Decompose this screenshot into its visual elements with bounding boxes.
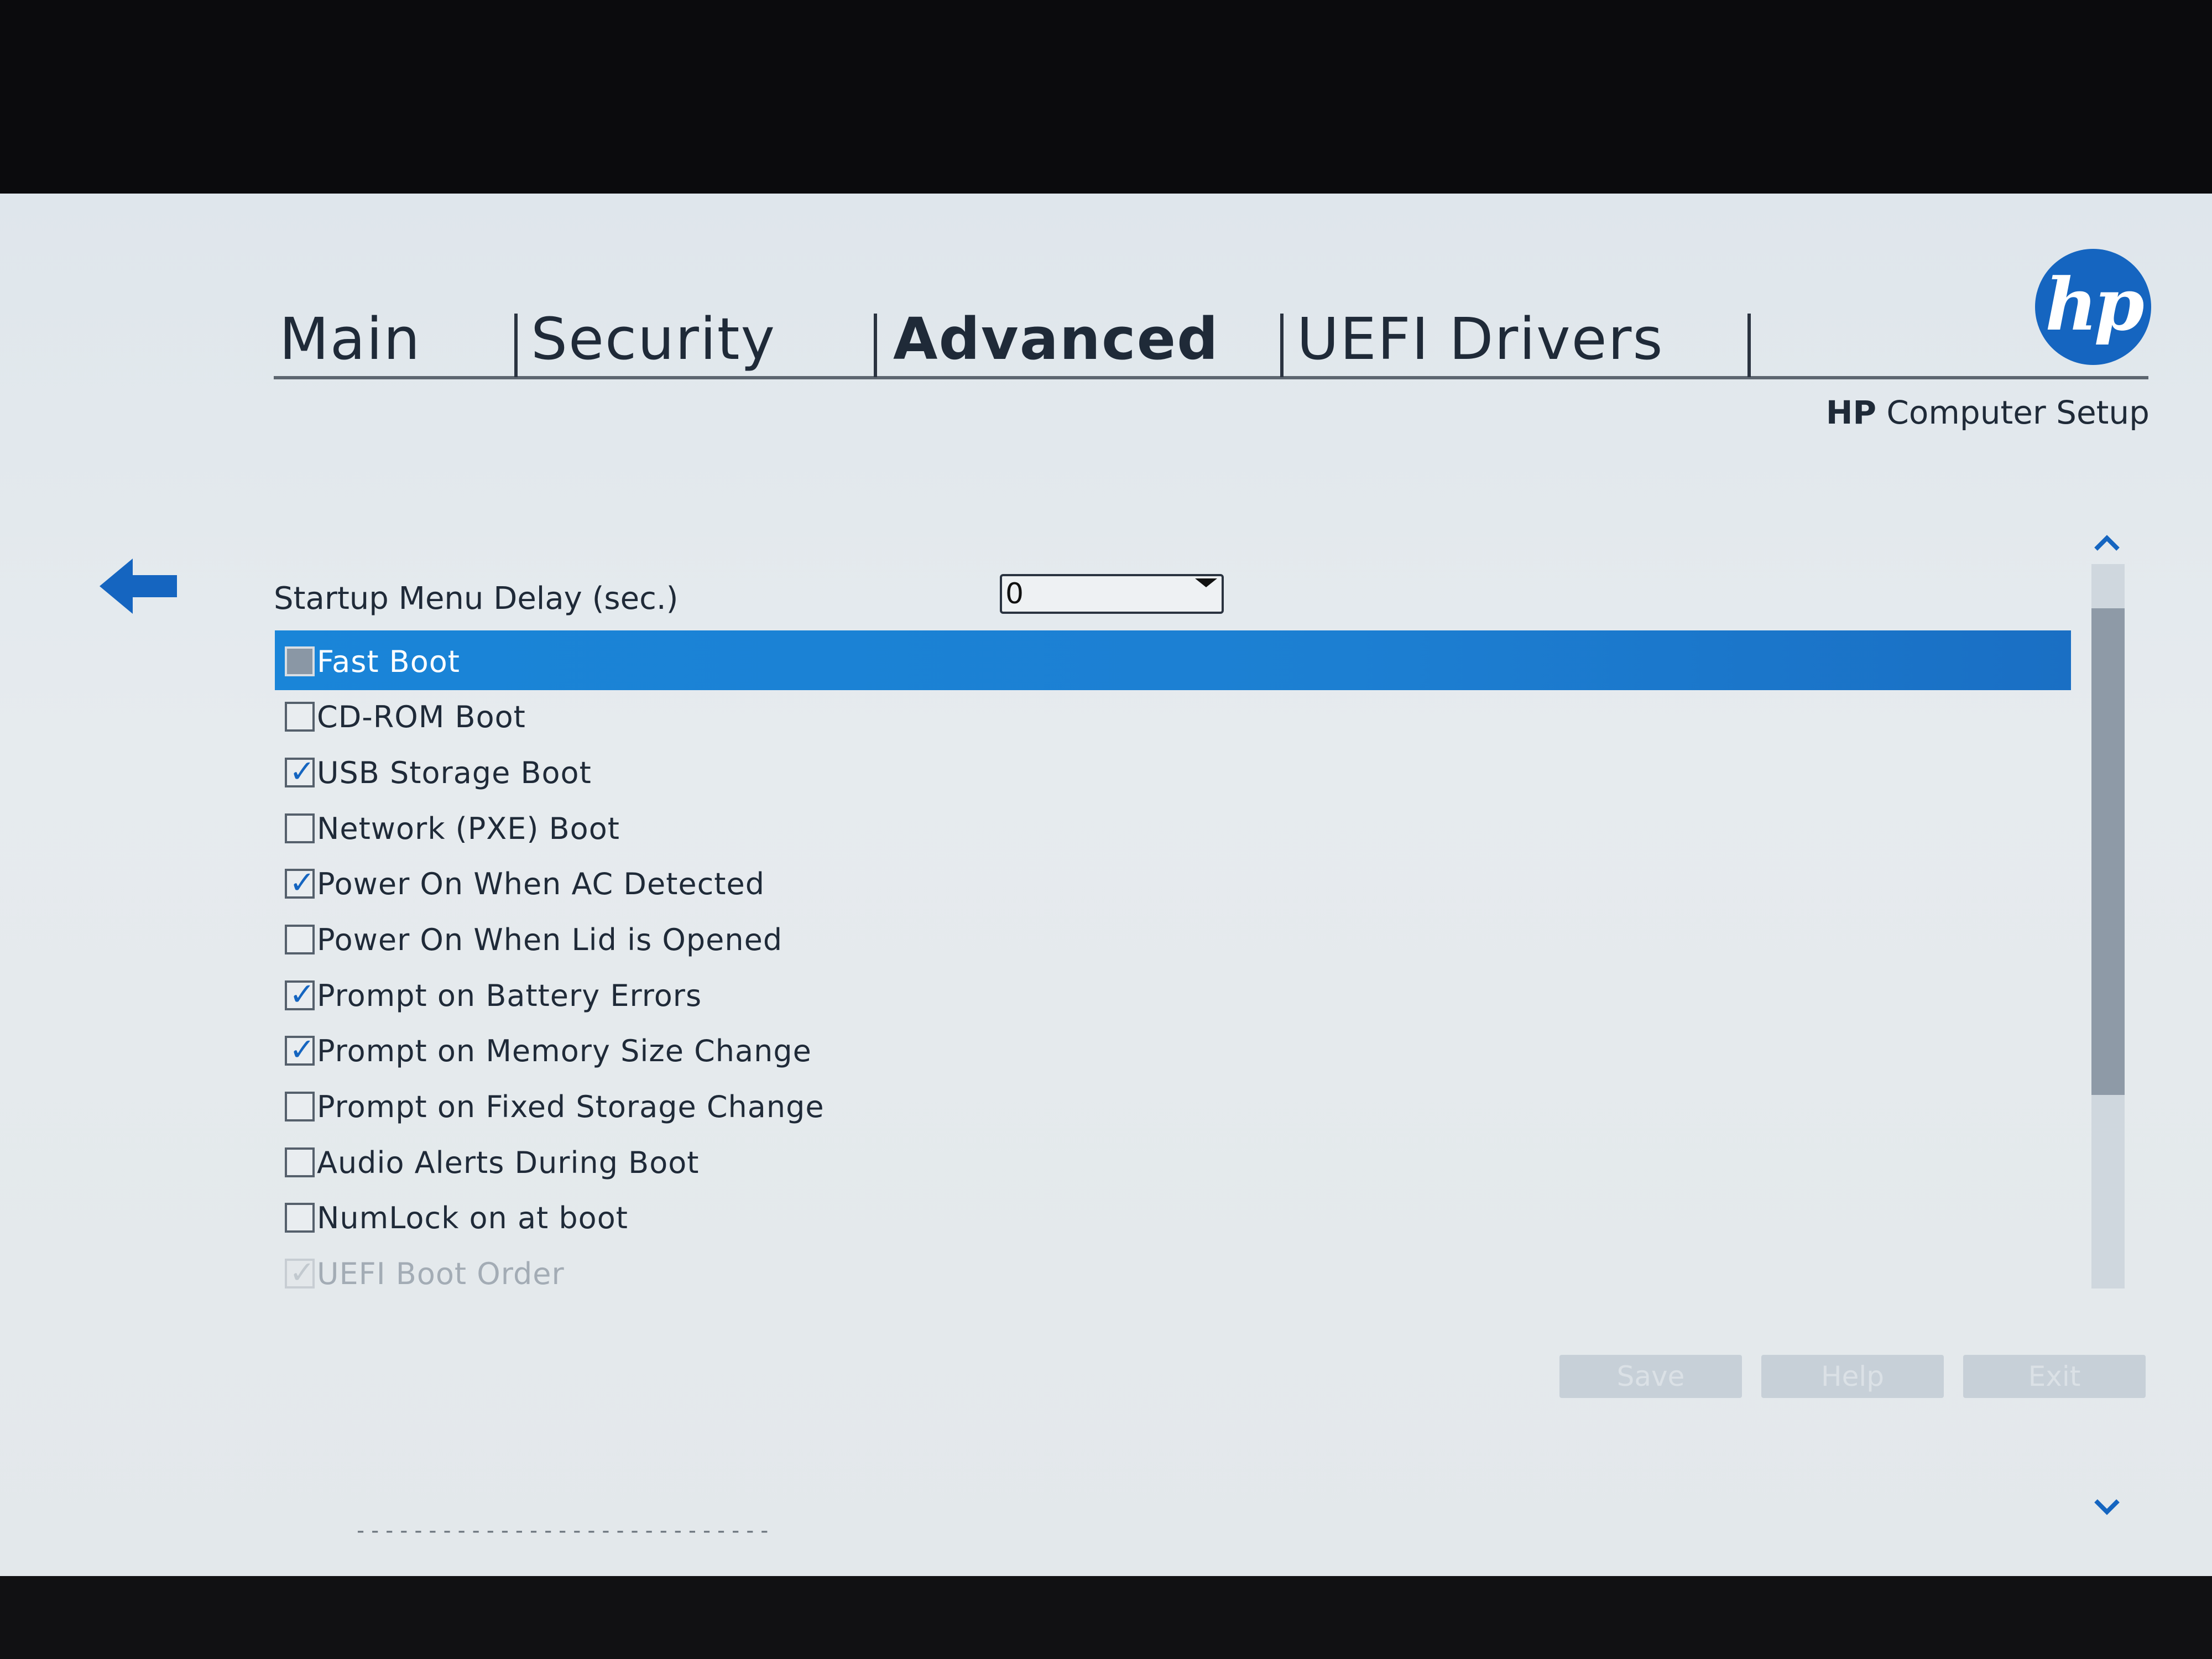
tab-uefi-drivers[interactable]: UEFI Drivers	[1297, 305, 1664, 376]
option-fast-boot[interactable]: Fast Boot	[285, 639, 460, 684]
option-usb-storage-boot[interactable]: ✓ USB Storage Boot	[285, 750, 592, 795]
chevron-up-icon[interactable]	[2090, 528, 2124, 556]
tab-divider	[1747, 314, 1751, 377]
tab-divider	[1280, 314, 1284, 377]
option-cd-rom-boot[interactable]: CD-ROM Boot	[285, 695, 526, 739]
checkmark-icon: ✓	[289, 865, 316, 901]
tab-main[interactable]: Main	[279, 305, 421, 376]
checkmark-icon: ✓	[289, 754, 316, 790]
option-uefi-boot-order: ✓ UEFI Boot Order	[285, 1251, 565, 1296]
exit-button[interactable]: Exit	[1963, 1355, 2146, 1398]
tab-divider	[514, 314, 518, 377]
subtitle-brand: HP	[1825, 394, 1876, 431]
option-audio-alerts[interactable]: Audio Alerts During Boot	[285, 1140, 699, 1185]
subtitle-text: Computer Setup	[1886, 394, 2150, 431]
tab-bar: Main Security Advanced UEFI Drivers	[274, 305, 2148, 379]
checkbox[interactable]: ✓	[285, 977, 316, 1013]
option-label: USB Storage Boot	[317, 755, 592, 790]
option-label: Prompt on Fixed Storage Change	[317, 1089, 825, 1124]
bios-screen: Main Security Advanced UEFI Drivers hp H…	[0, 194, 2212, 1576]
option-prompt-fixed-storage[interactable]: Prompt on Fixed Storage Change	[285, 1084, 825, 1129]
checkbox[interactable]	[285, 646, 315, 676]
option-label: NumLock on at boot	[317, 1200, 628, 1235]
checkbox[interactable]	[285, 1203, 315, 1233]
option-label: Power On When Lid is Opened	[317, 922, 783, 957]
option-label: Prompt on Battery Errors	[317, 978, 702, 1013]
tab-security[interactable]: Security	[531, 305, 776, 376]
option-label: Network (PXE) Boot	[317, 811, 620, 846]
chevron-down-icon[interactable]	[2090, 1493, 2124, 1521]
option-power-on-ac[interactable]: ✓ Power On When AC Detected	[285, 862, 765, 906]
option-label: Power On When AC Detected	[317, 866, 765, 901]
save-button[interactable]: Save	[1559, 1355, 1742, 1398]
back-arrow-icon[interactable]	[100, 556, 182, 617]
startup-delay-select[interactable]: 0	[1000, 574, 1224, 614]
checkmark-icon: ✓	[289, 977, 316, 1013]
tab-divider	[874, 314, 877, 377]
help-button[interactable]: Help	[1761, 1355, 1944, 1398]
checkbox[interactable]	[285, 702, 315, 732]
monitor-bezel	[0, 1576, 2212, 1659]
checkbox: ✓	[285, 1255, 316, 1291]
logo-text: hp	[2045, 262, 2144, 347]
option-label: Audio Alerts During Boot	[317, 1145, 700, 1180]
app-subtitle: HP Computer Setup	[1826, 394, 2150, 431]
checkbox[interactable]	[285, 1147, 315, 1177]
checkbox[interactable]	[285, 813, 315, 843]
option-prompt-memory-size[interactable]: ✓ Prompt on Memory Size Change	[285, 1029, 812, 1073]
option-label: UEFI Boot Order	[317, 1256, 565, 1291]
option-label: Fast Boot	[317, 644, 460, 679]
checkmark-icon: ✓	[289, 1032, 316, 1068]
option-network-pxe-boot[interactable]: Network (PXE) Boot	[285, 806, 620, 851]
option-label: CD-ROM Boot	[317, 699, 526, 734]
option-power-on-lid[interactable]: Power On When Lid is Opened	[285, 917, 782, 962]
checkbox[interactable]: ✓	[285, 754, 316, 790]
scrollbar-thumb[interactable]	[2091, 608, 2125, 1095]
option-prompt-battery-errors[interactable]: ✓ Prompt on Battery Errors	[285, 973, 702, 1018]
separator: -----------------------------	[354, 1518, 773, 1543]
option-numlock[interactable]: NumLock on at boot	[285, 1196, 628, 1240]
tab-advanced[interactable]: Advanced	[893, 305, 1219, 376]
startup-delay-value: 0	[1005, 577, 1024, 611]
checkbox[interactable]	[285, 1092, 315, 1121]
option-label: Prompt on Memory Size Change	[317, 1033, 812, 1068]
checkbox[interactable]: ✓	[285, 1032, 316, 1068]
selection-highlight	[275, 630, 2071, 690]
startup-delay-label: Startup Menu Delay (sec.)	[274, 581, 679, 617]
checkbox[interactable]	[285, 925, 315, 954]
checkbox[interactable]: ✓	[285, 865, 316, 901]
checkmark-icon: ✓	[289, 1255, 316, 1291]
hp-logo: hp	[2035, 249, 2151, 365]
chevron-down-icon	[1195, 578, 1217, 587]
